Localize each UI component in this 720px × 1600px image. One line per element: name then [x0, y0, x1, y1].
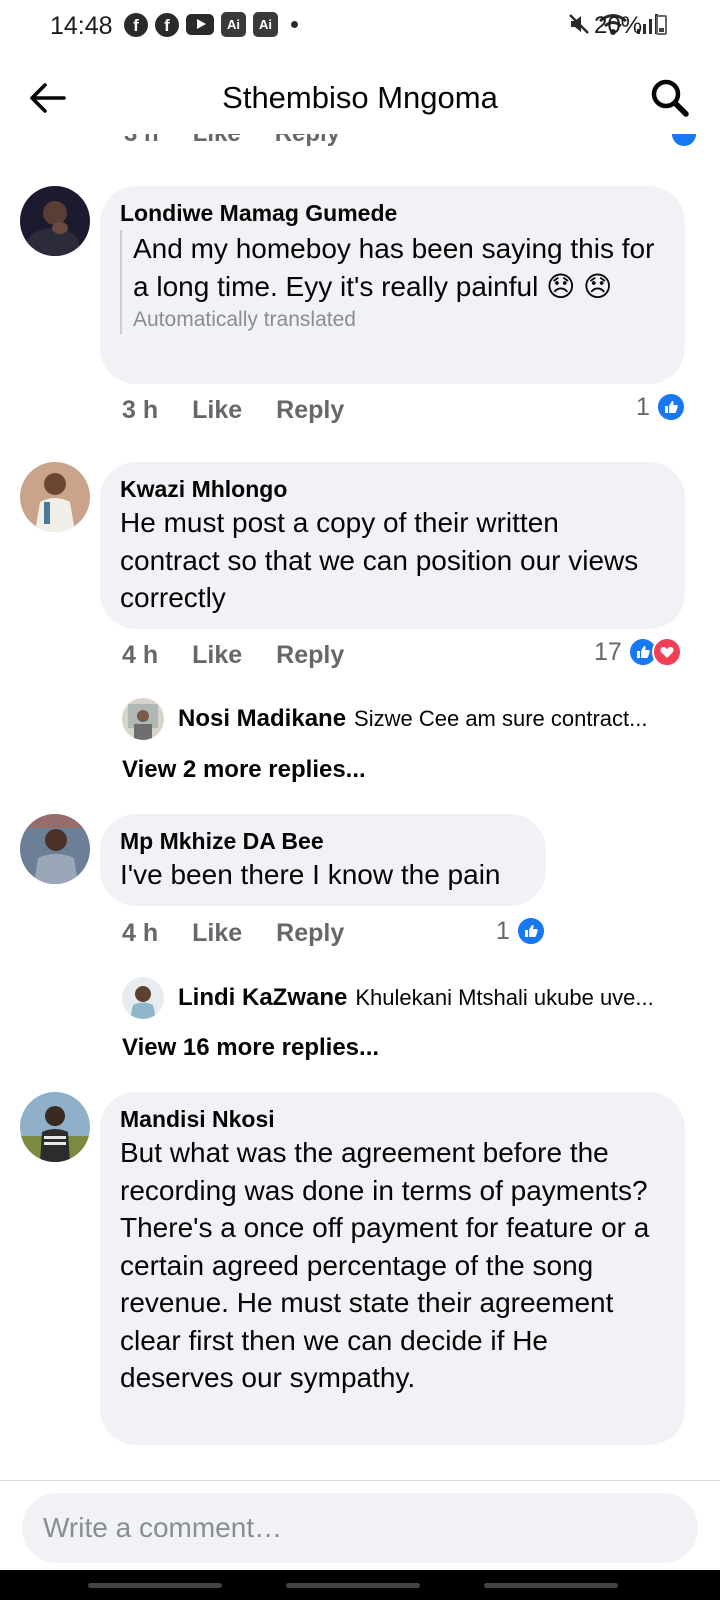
comment-composer[interactable]	[22, 1493, 698, 1563]
reply-button[interactable]: Reply	[275, 134, 340, 147]
notification-icons: f f Ai Ai	[124, 12, 298, 37]
like-button[interactable]: Like	[192, 396, 242, 425]
comment-time[interactable]: 4 h	[122, 919, 158, 948]
reaction-summary[interactable]: 17	[594, 637, 682, 667]
view-more-replies-button[interactable]: View 2 more replies...	[122, 756, 366, 784]
reaction-count: 1	[636, 392, 650, 421]
status-time: 14:48	[50, 12, 113, 40]
reply-button[interactable]: Reply	[276, 919, 344, 948]
avatar[interactable]	[20, 462, 90, 532]
like-button[interactable]: Like	[193, 134, 241, 147]
love-reaction-icon	[651, 637, 682, 667]
reaction-summary[interactable]: 1	[496, 916, 546, 946]
reply-avatar[interactable]	[122, 977, 164, 1019]
facebook-notification-icon: f	[155, 12, 179, 37]
comment-time[interactable]: 3 h	[122, 396, 158, 425]
reply-text: Khulekani Mtshali ukube uve...	[355, 985, 654, 1010]
comment-text: And my homeboy has been saying this for …	[133, 233, 655, 302]
comment-bubble[interactable]: Mandisi Nkosi But what was the agreement…	[100, 1092, 685, 1445]
avatar-image	[20, 462, 90, 532]
ai-notification-icon: Ai	[253, 12, 278, 37]
comment-author[interactable]: Mandisi Nkosi	[120, 1104, 665, 1134]
battery-percentage: 20%	[594, 12, 643, 39]
facebook-notification-icon: f	[124, 12, 148, 37]
comment-text: He must post a copy of their written con…	[120, 507, 639, 613]
comment-bubble[interactable]: Londiwe Mamag Gumede And my homeboy has …	[100, 186, 685, 384]
like-reaction-icon	[655, 392, 686, 422]
nav-back-button[interactable]	[484, 1583, 618, 1588]
reply-button[interactable]: Reply	[276, 396, 344, 425]
reply-preview[interactable]: Lindi KaZwane Khulekani Mtshali ukube uv…	[122, 977, 702, 1019]
comment-actions: 4 h Like Reply	[122, 919, 344, 948]
avatar[interactable]	[20, 1092, 90, 1162]
comment-author[interactable]: Mp Mkhize DA Bee	[120, 826, 526, 856]
battery-icon	[656, 15, 667, 35]
comment-input[interactable]	[22, 1493, 698, 1563]
status-bar: 14:48 f f Ai Ai 20%	[0, 0, 720, 52]
translated-content: And my homeboy has been saying this for …	[120, 230, 665, 334]
reply-author[interactable]: Lindi KaZwane	[178, 984, 347, 1012]
reaction-count: 1	[496, 916, 510, 945]
youtube-notification-icon	[186, 14, 214, 35]
composer-divider	[0, 1480, 720, 1481]
comment-time[interactable]: 4 h	[122, 641, 158, 670]
avatar-image	[20, 186, 90, 256]
comment-actions: 4 h Like Reply	[122, 641, 344, 670]
comment-bubble[interactable]: Kwazi Mhlongo He must post a copy of the…	[100, 462, 685, 629]
comment-actions: 3 h Like Reply	[122, 396, 344, 425]
avatar[interactable]	[20, 814, 90, 884]
reply-avatar[interactable]	[122, 698, 164, 740]
ai-notification-icon: Ai	[221, 12, 246, 37]
search-icon	[651, 79, 689, 117]
avatar-image	[122, 698, 164, 740]
clipped-comment-actions: 3 h Like Reply	[0, 134, 720, 152]
mute-icon	[569, 14, 589, 34]
comment-author[interactable]: Kwazi Mhlongo	[120, 474, 665, 504]
comment-bubble[interactable]: Mp Mkhize DA Bee I've been there I know …	[100, 814, 546, 906]
comment-text: But what was the agreement before the re…	[120, 1137, 650, 1393]
nav-recents-button[interactable]	[88, 1583, 222, 1588]
avatar-image	[20, 814, 90, 884]
avatar-image	[122, 977, 164, 1019]
reply-preview[interactable]: Nosi Madikane Sizwe Cee am sure contract…	[122, 698, 702, 740]
like-button[interactable]: Like	[192, 641, 242, 670]
app-header: Sthembiso Mngoma	[0, 62, 720, 134]
like-button[interactable]: Like	[192, 919, 242, 948]
reaction-summary[interactable]: 1	[636, 392, 686, 422]
comment-time: 3 h	[124, 134, 159, 147]
page-title: Sthembiso Mngoma	[222, 80, 498, 115]
more-notifications-icon	[291, 21, 298, 28]
reaction-count: 17	[594, 637, 622, 666]
reply-text: Sizwe Cee am sure contract...	[354, 706, 648, 731]
reply-button[interactable]: Reply	[276, 641, 344, 670]
comment-text: I've been there I know the pain	[120, 859, 501, 890]
avatar[interactable]	[20, 186, 90, 256]
like-reaction-icon	[515, 916, 546, 946]
comment-author[interactable]: Londiwe Mamag Gumede	[120, 198, 665, 228]
system-navigation-bar	[0, 1570, 720, 1600]
avatar-image	[20, 1092, 90, 1162]
like-reaction-icon	[670, 134, 698, 148]
auto-translated-label[interactable]: Automatically translated	[133, 306, 665, 334]
nav-home-button[interactable]	[286, 1583, 420, 1588]
reply-author[interactable]: Nosi Madikane	[178, 705, 346, 733]
view-more-replies-button[interactable]: View 16 more replies...	[122, 1034, 379, 1062]
search-button[interactable]	[648, 76, 692, 120]
